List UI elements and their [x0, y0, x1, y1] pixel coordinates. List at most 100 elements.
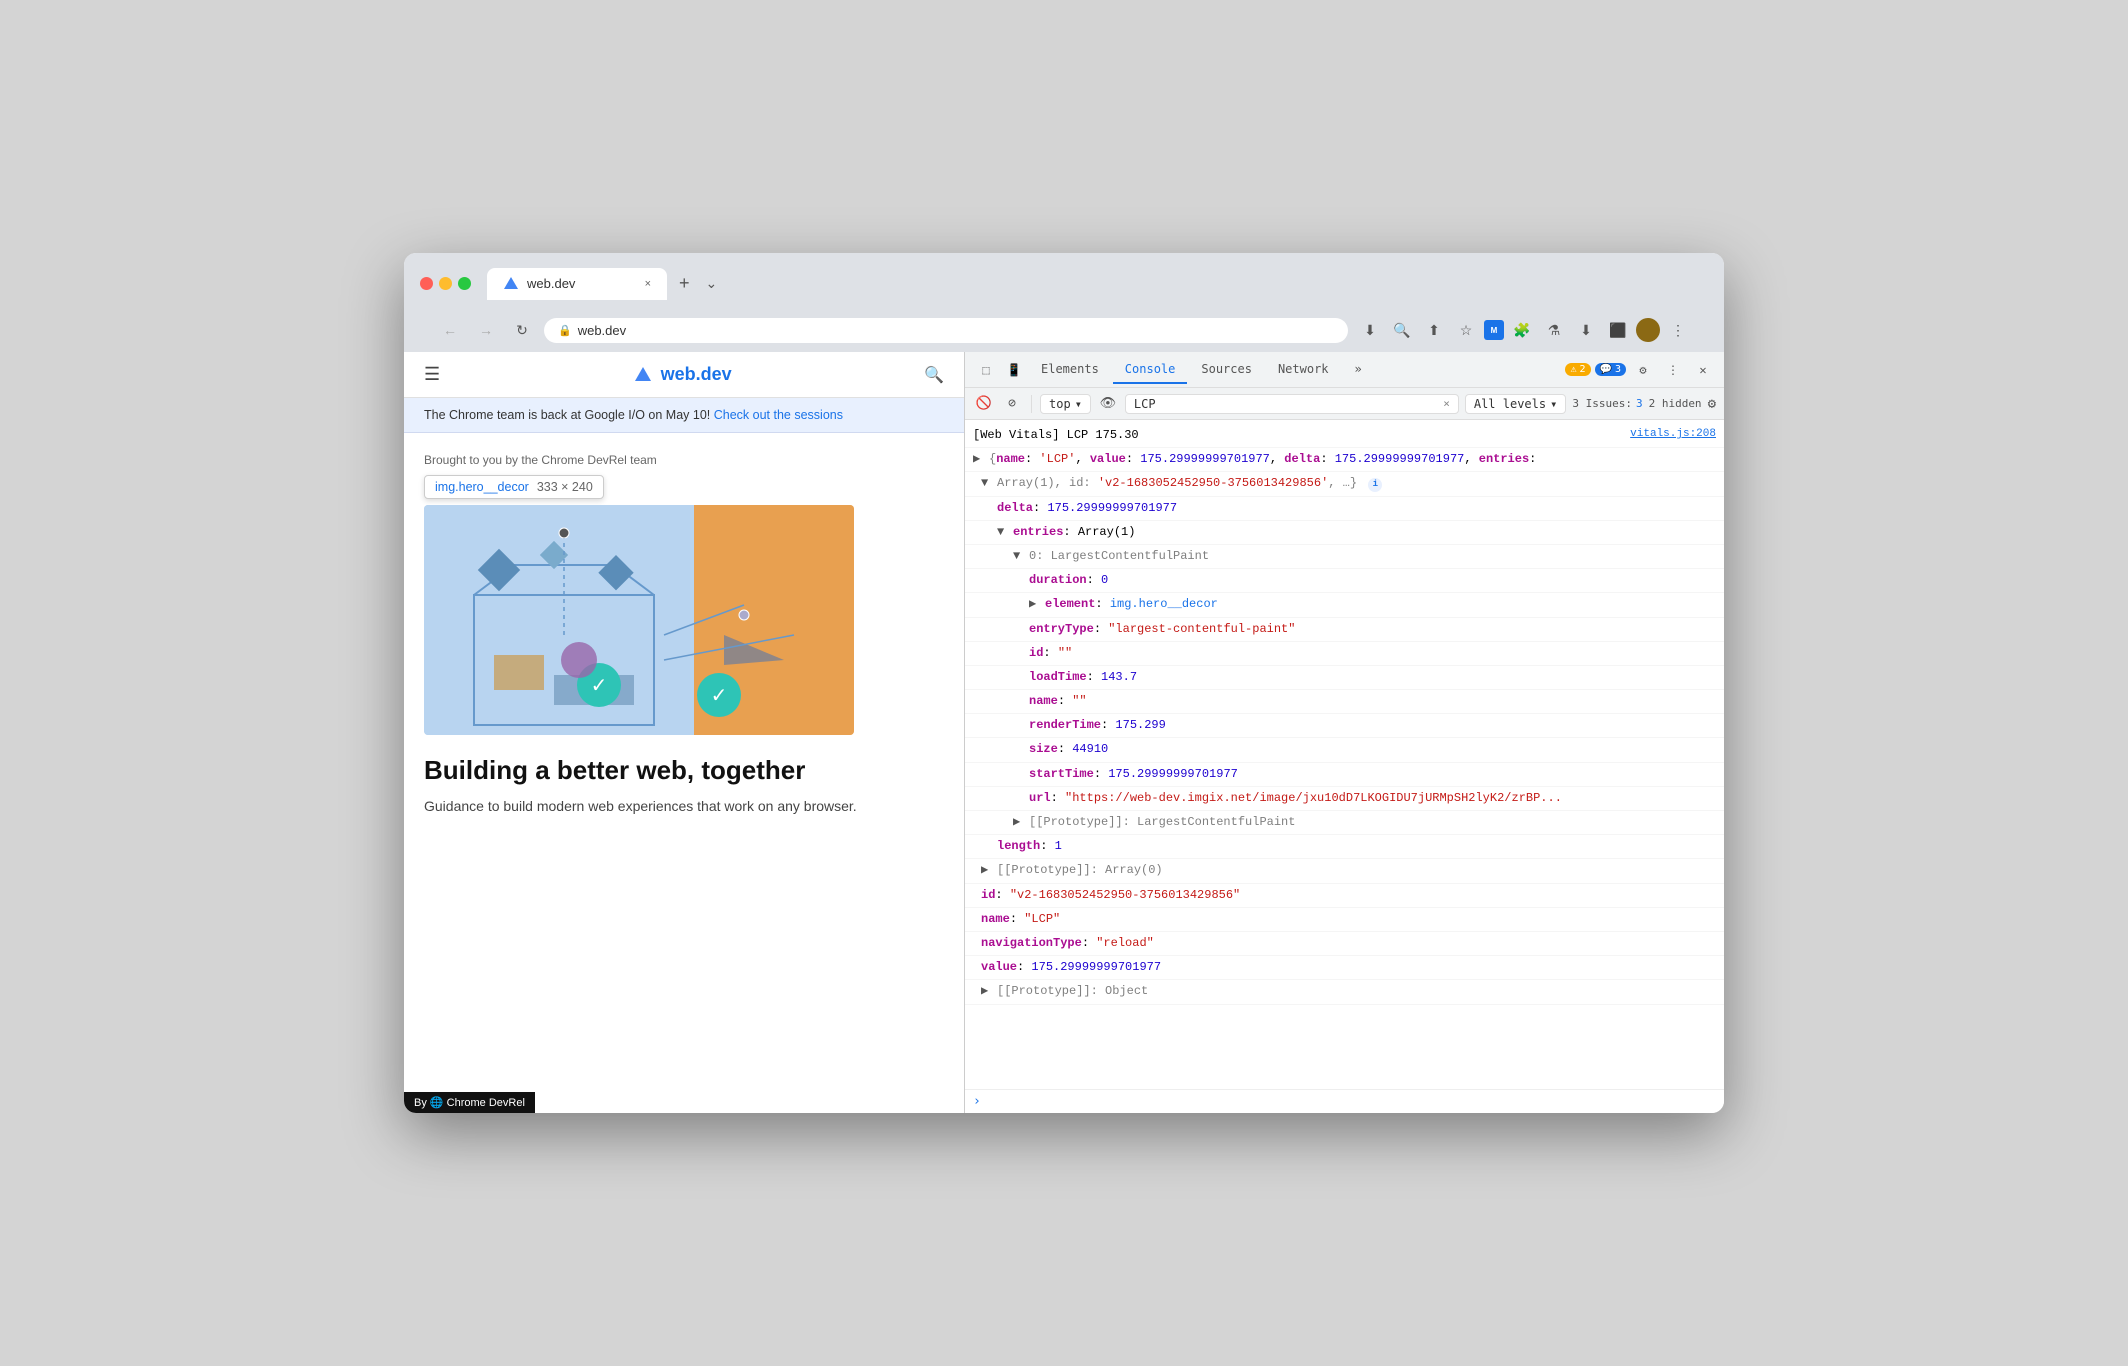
address-input[interactable]: 🔒 web.dev	[544, 318, 1348, 343]
main-area: ☰ web.dev 🔍 The Chrome team is back at G…	[404, 352, 1724, 1113]
page-header: ☰ web.dev 🔍	[404, 352, 964, 398]
hero-image: ✓ ✓	[424, 505, 854, 735]
download-button[interactable]: ⬇	[1572, 316, 1600, 344]
extensions-button[interactable]: 🧩	[1508, 316, 1536, 344]
warn-badge: ⚠ 2	[1565, 363, 1590, 376]
zoom-button[interactable]: 🔍	[1388, 316, 1416, 344]
eye-button[interactable]: 👁	[1097, 393, 1119, 415]
console-line-size: size: 44910	[965, 738, 1724, 762]
console-prompt[interactable]: ›	[965, 1089, 1724, 1113]
traffic-light-close[interactable]	[420, 277, 433, 290]
expand-arrow-3[interactable]: ▼	[997, 523, 1004, 542]
back-button[interactable]: ←	[436, 316, 464, 344]
console-line-loadtime: loadTime: 143.7	[965, 666, 1724, 690]
console-line-lcp-entry: ▼ 0: LargestContentfulPaint	[965, 545, 1724, 569]
console-line-entrytype: entryType: "largest-contentful-paint"	[965, 618, 1724, 642]
extension-button[interactable]: M	[1484, 320, 1504, 340]
context-arrow: ▾	[1075, 397, 1082, 411]
page-description: Guidance to build modern web experiences…	[424, 796, 944, 817]
level-selector[interactable]: All levels ▾	[1465, 394, 1566, 414]
console-line-value: value: 175.29999999701977	[965, 956, 1724, 980]
context-label: top	[1049, 397, 1071, 411]
expand-arrow-5[interactable]: ▶	[1029, 595, 1036, 614]
title-bar-top: web.dev × + ⌄	[420, 265, 1708, 302]
tab-bar: web.dev × + ⌄	[487, 265, 717, 302]
browser-window: web.dev × + ⌄ ← → ↻ 🔒 web.dev ⬇ 🔍 ⬆ ☆	[404, 253, 1724, 1113]
tab-network[interactable]: Network	[1266, 356, 1341, 384]
console-settings-icon[interactable]: ⚙	[1708, 396, 1716, 412]
error-badge: 💬 3	[1595, 363, 1626, 376]
console-line-array: ▼ Array(1), id: 'v2-1683052452950-375601…	[965, 472, 1724, 496]
share-button[interactable]: ⬆	[1420, 316, 1448, 344]
new-tab-button[interactable]: +	[671, 265, 698, 302]
console-line-navtype: navigationType: "reload"	[965, 932, 1724, 956]
user-avatar[interactable]	[1636, 318, 1660, 342]
console-line-entries: ▼ entries: Array(1)	[965, 521, 1724, 545]
console-line-starttime: startTime: 175.29999999701977	[965, 763, 1724, 787]
address-bar: ← → ↻ 🔒 web.dev ⬇ 🔍 ⬆ ☆ M 🧩 ⚗	[420, 310, 1708, 352]
traffic-light-fullscreen[interactable]	[458, 277, 471, 290]
console-line-name-str: name: "LCP"	[965, 908, 1724, 932]
console-line-proto-lcp: ▶ [[Prototype]]: LargestContentfulPaint	[965, 811, 1724, 835]
devtools-icons: ⚠ 2 💬 3 ⚙ ⋮ ✕	[1565, 357, 1716, 383]
tab-chevron-icon[interactable]: ⌄	[706, 275, 718, 292]
tab-console[interactable]: Console	[1113, 356, 1188, 384]
lock-icon: 🔒	[558, 324, 572, 337]
traffic-lights	[420, 277, 471, 290]
block-requests-button[interactable]: ⊘	[1001, 393, 1023, 415]
console-line-header: [Web Vitals] LCP 175.30 vitals.js:208	[965, 424, 1724, 448]
console-line-proto-array: ▶ [[Prototype]]: Array(0)	[965, 859, 1724, 883]
title-bar: web.dev × + ⌄ ← → ↻ 🔒 web.dev ⬇ 🔍 ⬆ ☆	[404, 253, 1724, 352]
filter-clear-button[interactable]: ×	[1443, 397, 1450, 410]
page-title: Building a better web, together	[424, 755, 944, 786]
console-line-url: url: "https://web-dev.imgix.net/image/jx…	[965, 787, 1724, 811]
console-line-delta: delta: 175.29999999701977	[965, 497, 1724, 521]
console-line-id: id: ""	[965, 642, 1724, 666]
clear-console-button[interactable]: 🚫	[973, 393, 995, 415]
filter-text: LCP	[1134, 397, 1439, 411]
element-tooltip: img.hero__decor 333 × 240	[424, 475, 604, 499]
filter-input[interactable]: LCP ×	[1125, 394, 1459, 414]
tab-more[interactable]: »	[1343, 356, 1374, 384]
footer-badge: By 🌐 Chrome DevRel	[404, 1092, 535, 1113]
split-button[interactable]: ⬛	[1604, 316, 1632, 344]
element-size: 333 × 240	[537, 480, 593, 494]
devtools-device-icon[interactable]: 📱	[1001, 357, 1027, 383]
console-output[interactable]: [Web Vitals] LCP 175.30 vitals.js:208 ▶ …	[965, 420, 1724, 1089]
devtools-close-button[interactable]: ✕	[1690, 357, 1716, 383]
expand-arrow-8[interactable]: ▶	[981, 982, 988, 1001]
expand-arrow-2[interactable]: ▼	[981, 474, 988, 493]
tab-close-button[interactable]: ×	[645, 278, 651, 290]
devtools-more-button[interactable]: ⋮	[1660, 357, 1686, 383]
announce-text: The Chrome team is back at Google I/O on…	[424, 408, 710, 422]
hamburger-menu[interactable]: ☰	[424, 364, 440, 385]
log-source[interactable]: vitals.js:208	[1630, 426, 1716, 445]
console-line-duration: duration: 0	[965, 569, 1724, 593]
browser-tab-active[interactable]: web.dev ×	[487, 268, 667, 300]
tab-elements[interactable]: Elements	[1029, 356, 1111, 384]
devtools-cursor-icon[interactable]: ⬚	[973, 357, 999, 383]
flask-button[interactable]: ⚗	[1540, 316, 1568, 344]
search-button[interactable]: 🔍	[924, 365, 944, 385]
announce-bar: The Chrome team is back at Google I/O on…	[404, 398, 964, 433]
announce-link[interactable]: Check out the sessions	[714, 408, 843, 422]
devtools-settings-button[interactable]: ⚙	[1630, 357, 1656, 383]
issues-badge: 3 Issues: 3	[1572, 397, 1642, 410]
tab-sources[interactable]: Sources	[1189, 356, 1264, 384]
element-name: img.hero__decor	[435, 480, 529, 494]
level-label: All levels	[1474, 397, 1546, 411]
forward-button[interactable]: →	[472, 316, 500, 344]
traffic-light-minimize[interactable]	[439, 277, 452, 290]
expand-arrow-4[interactable]: ▼	[1013, 547, 1020, 566]
reload-button[interactable]: ↻	[508, 316, 536, 344]
prompt-arrow-icon: ›	[973, 1094, 981, 1109]
expand-arrow-6[interactable]: ▶	[1013, 813, 1020, 832]
expand-arrow-7[interactable]: ▶	[981, 861, 988, 880]
page-logo: web.dev	[633, 364, 732, 385]
expand-arrow-1[interactable]: ▶	[973, 450, 980, 469]
context-selector[interactable]: top ▾	[1040, 394, 1091, 414]
bookmark-button[interactable]: ☆	[1452, 316, 1480, 344]
download-page-button[interactable]: ⬇	[1356, 316, 1384, 344]
svg-text:✓: ✓	[591, 675, 608, 697]
more-options-button[interactable]: ⋮	[1664, 316, 1692, 344]
